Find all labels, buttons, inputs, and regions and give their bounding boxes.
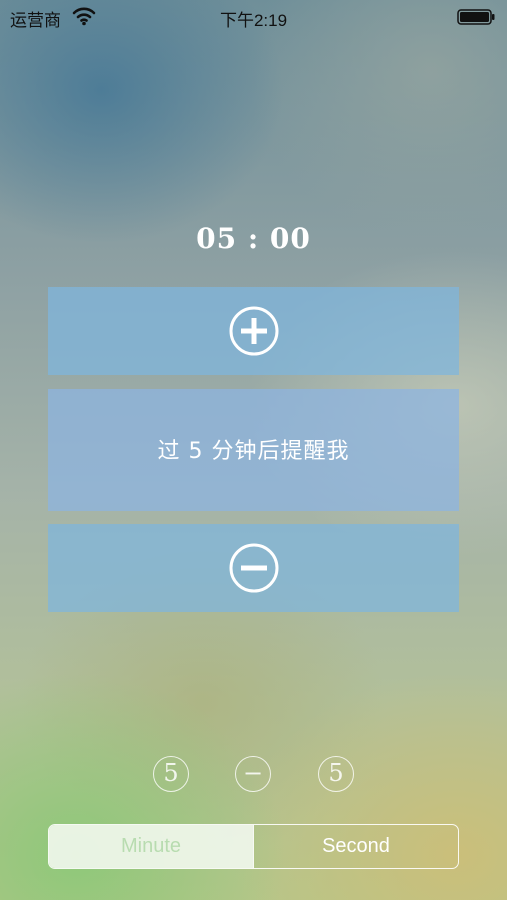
segment-second[interactable]: Second	[253, 825, 458, 868]
status-bar: 运营商 下午2:19	[0, 0, 507, 34]
plus-circle-icon[interactable]	[229, 306, 279, 356]
unit-segmented-control: Minute Second	[48, 824, 459, 869]
minus-circle-icon[interactable]	[229, 543, 279, 593]
reminder-label: 过 5 分钟后提醒我	[157, 439, 350, 464]
indicator-middle: −	[235, 756, 271, 792]
value-indicators: 5 − 5	[0, 756, 507, 796]
timer-display: 05 : 00	[196, 222, 311, 255]
status-time: 下午2:19	[219, 11, 288, 30]
reminder-panel[interactable]: 过 5 分钟后提醒我	[48, 389, 459, 511]
indicator-right: 5	[318, 756, 354, 792]
battery-icon	[457, 9, 495, 25]
decrease-panel[interactable]	[48, 524, 459, 612]
segment-minute[interactable]: Minute	[49, 825, 253, 868]
indicator-left: 5	[153, 756, 189, 792]
increase-panel[interactable]	[48, 287, 459, 375]
